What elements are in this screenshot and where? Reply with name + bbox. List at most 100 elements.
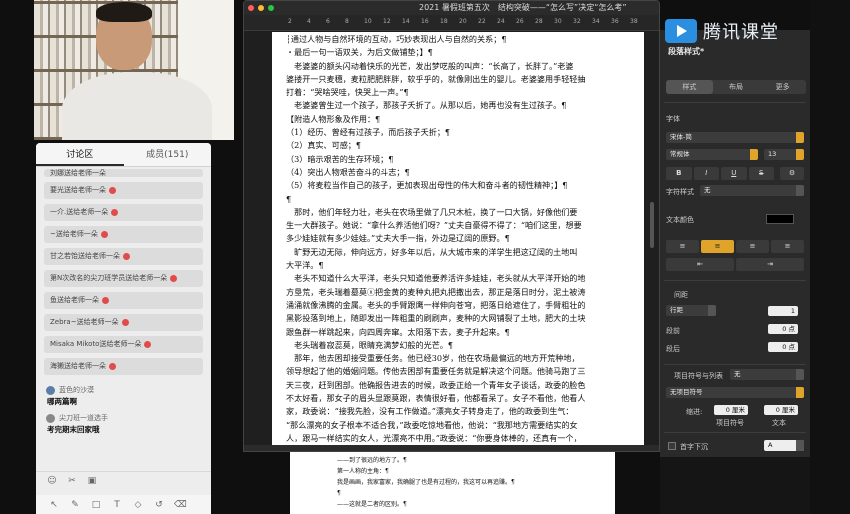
font-label: 字体: [666, 115, 680, 123]
text-tool-icon[interactable]: T: [111, 500, 123, 510]
align-right-icon[interactable]: ≡: [736, 240, 769, 253]
outdent-icon[interactable]: ⇤: [666, 258, 734, 271]
trash-icon[interactable]: ⌫: [174, 500, 187, 510]
flower-icon: [123, 253, 130, 260]
text-line: 第一人称的主角：¶: [337, 468, 389, 475]
align-left-icon[interactable]: ≡: [666, 240, 699, 253]
annotation-toolbar: ↖ ✎ □ T ◇ ↺ ⌫: [36, 495, 211, 514]
ruler-mark: 24: [497, 18, 505, 25]
status-bar: [244, 445, 659, 451]
tab-members[interactable]: 成员(151): [124, 143, 212, 166]
ruler-mark: 20: [459, 18, 467, 25]
gear-icon[interactable]: ⚙: [780, 167, 804, 180]
zoom-button[interactable]: [268, 5, 274, 11]
cursor-icon[interactable]: ↖: [48, 500, 60, 510]
paragraph-style-dropdown[interactable]: 段落样式*: [668, 46, 704, 57]
line-spacing-select[interactable]: 行距: [666, 305, 716, 316]
flower-icon: [100, 231, 108, 238]
tab-layout[interactable]: 布局: [713, 80, 760, 94]
align-center-icon[interactable]: ≡: [701, 240, 734, 253]
chevron-down-icon: [796, 132, 804, 143]
tab-discussion[interactable]: 讨论区: [36, 143, 124, 166]
text-color-swatch[interactable]: [766, 214, 794, 224]
text-indent-field[interactable]: 0 厘米: [764, 405, 798, 415]
minimize-button[interactable]: [258, 5, 264, 11]
flower-icon: [109, 187, 116, 194]
font-weight-select[interactable]: 常规体: [666, 149, 758, 160]
document-page-next[interactable]: ——到了很远的地方了。¶ 第一人称的主角：¶ 我是画画，我家富家，我确腿了也是有过程…: [290, 452, 615, 514]
strikethrough-button[interactable]: S: [748, 167, 774, 180]
text-line: ┆通过人物与自然环境的互动，巧妙表现出人与自然的关系；¶: [286, 34, 507, 44]
text-line: 大平洋。¶: [286, 260, 324, 271]
bottom-strip: [660, 457, 810, 514]
text-line: （2）真实、可感；¶: [286, 140, 362, 151]
play-icon: [665, 19, 697, 43]
flower-icon: [170, 275, 178, 282]
text-line: （4）突出人物艰苦奋斗的斗志；¶: [286, 166, 410, 177]
dropcap-style-select[interactable]: A: [764, 440, 804, 451]
divider: [664, 364, 806, 365]
text-line: 老头不知道什么大平洋，老头只知道他要养活许多娃娃，老头就从大平洋开始的地: [286, 273, 586, 284]
bullets-label: 项目符号与列表: [674, 372, 723, 380]
eraser-icon[interactable]: ◇: [132, 500, 144, 510]
text-line: 【附造人物形象及作用：¶: [286, 113, 381, 124]
ruler-mark: 12: [383, 18, 391, 25]
scroll-thumb[interactable]: [650, 202, 654, 248]
ruler-mark: 6: [326, 18, 330, 25]
gift-item: 刘娜送给老师一朵: [44, 169, 203, 177]
bold-button[interactable]: B: [666, 167, 692, 180]
text-color-label: 文本颜色: [666, 216, 694, 224]
space-after-field[interactable]: 0 点: [768, 342, 798, 352]
avatar: [46, 385, 55, 395]
font-family-select[interactable]: 宋体-简: [666, 132, 804, 143]
screen: 讨论区 成员(151) 刘娜送给老师一朵 要光送给老师一朵 一介.送给老师一朵 …: [0, 0, 850, 514]
indent-icon[interactable]: ⇥: [736, 258, 804, 271]
document-page[interactable]: ┆通过人物与自然环境的互动，巧妙表现出人与自然的关系；¶ ・最后一句一语双关，为后…: [272, 32, 644, 445]
ruler[interactable]: 2 4 6 8 10 12 14 16 18 20 22 24 26 28 30 32 34 36 38: [244, 15, 659, 31]
scissors-icon[interactable]: ✂: [66, 476, 78, 486]
font-size-field[interactable]: 13: [764, 149, 804, 160]
bullets-select[interactable]: 无: [730, 369, 804, 380]
indent-bullet-caption: 项目符号: [716, 419, 744, 427]
space-before-field[interactable]: 0 点: [768, 324, 798, 334]
inspector-tabs: 样式 布局 更多: [666, 80, 806, 94]
text-line: 家，政委说：“接我先脸，没有工作做道。”漂亮女子转身走了，他的政委到生气：: [286, 406, 574, 417]
indent-label: 缩进:: [686, 408, 703, 416]
indent-text-caption: 文本: [772, 419, 786, 427]
flower-icon: [109, 363, 116, 370]
format-inspector: 段落样式* 样式 布局 更多 字体 宋体-简 常规体 13 B I U S ⚙ …: [660, 30, 810, 457]
ruler-mark: 8: [345, 18, 349, 25]
text-line: 生一大群孩子。她说：“拿什么养活他们呀？”丈夫自豪得不得了：“咱们这里，想要: [286, 220, 582, 231]
text-line: （3）暗示艰苦的生存环境；¶: [286, 153, 394, 164]
message-text: 哪两篇啊: [47, 397, 77, 406]
bullet-indent-field[interactable]: 0 厘米: [714, 405, 748, 415]
italic-button[interactable]: I: [693, 167, 719, 180]
tab-more[interactable]: 更多: [759, 80, 806, 94]
ruler-mark: 22: [478, 18, 486, 25]
undo-icon[interactable]: ↺: [153, 500, 165, 510]
emoji-icon[interactable]: ☺: [46, 476, 58, 486]
tab-style[interactable]: 样式: [666, 80, 713, 94]
line-spacing-field[interactable]: 1: [768, 306, 798, 316]
divider: [664, 280, 806, 281]
image-icon[interactable]: ▣: [86, 476, 98, 486]
vertical-scrollbar[interactable]: [648, 32, 656, 445]
ruler-mark: 30: [554, 18, 562, 25]
gift-item: Misaka Mikoto送给老师一朵: [44, 336, 203, 353]
text-line: 黑影投落到地上，随即发出一阵粗重的刷刷声，麦种的大网铺裂了土地，肥大的土块: [286, 313, 586, 324]
space-after-label: 段后: [666, 345, 680, 353]
underline-button[interactable]: U: [721, 167, 747, 180]
char-style-select[interactable]: 无: [700, 185, 804, 196]
chevron-down-icon: [796, 387, 804, 398]
pen-icon[interactable]: ✎: [69, 500, 81, 510]
close-button[interactable]: [248, 5, 254, 11]
justify-icon[interactable]: ≡: [771, 240, 804, 253]
text-line: 方垦荒，老头瑞着墓莫ⓧ把金黄的麦种丸把丸把撒出去，那正是落日时分，泥土被涛: [286, 286, 586, 297]
text-line: 人，跟马一样结实的女人，光漂亮不中用。”政委说：“你要身体棒的，还真有一个，: [286, 432, 582, 443]
dropcap-checkbox[interactable]: [668, 442, 676, 450]
text-options: ⚙: [780, 167, 804, 180]
text-line: 涌涌就像沸腾的金属。老头的手臂跟鹰一样伸向苍穹，把落日给遮住了，手臂粗壮的: [286, 299, 586, 310]
shape-icon[interactable]: □: [90, 500, 102, 510]
bullet-symbol-select[interactable]: 无项目符号: [666, 387, 804, 398]
ruler-mark: 26: [516, 18, 524, 25]
